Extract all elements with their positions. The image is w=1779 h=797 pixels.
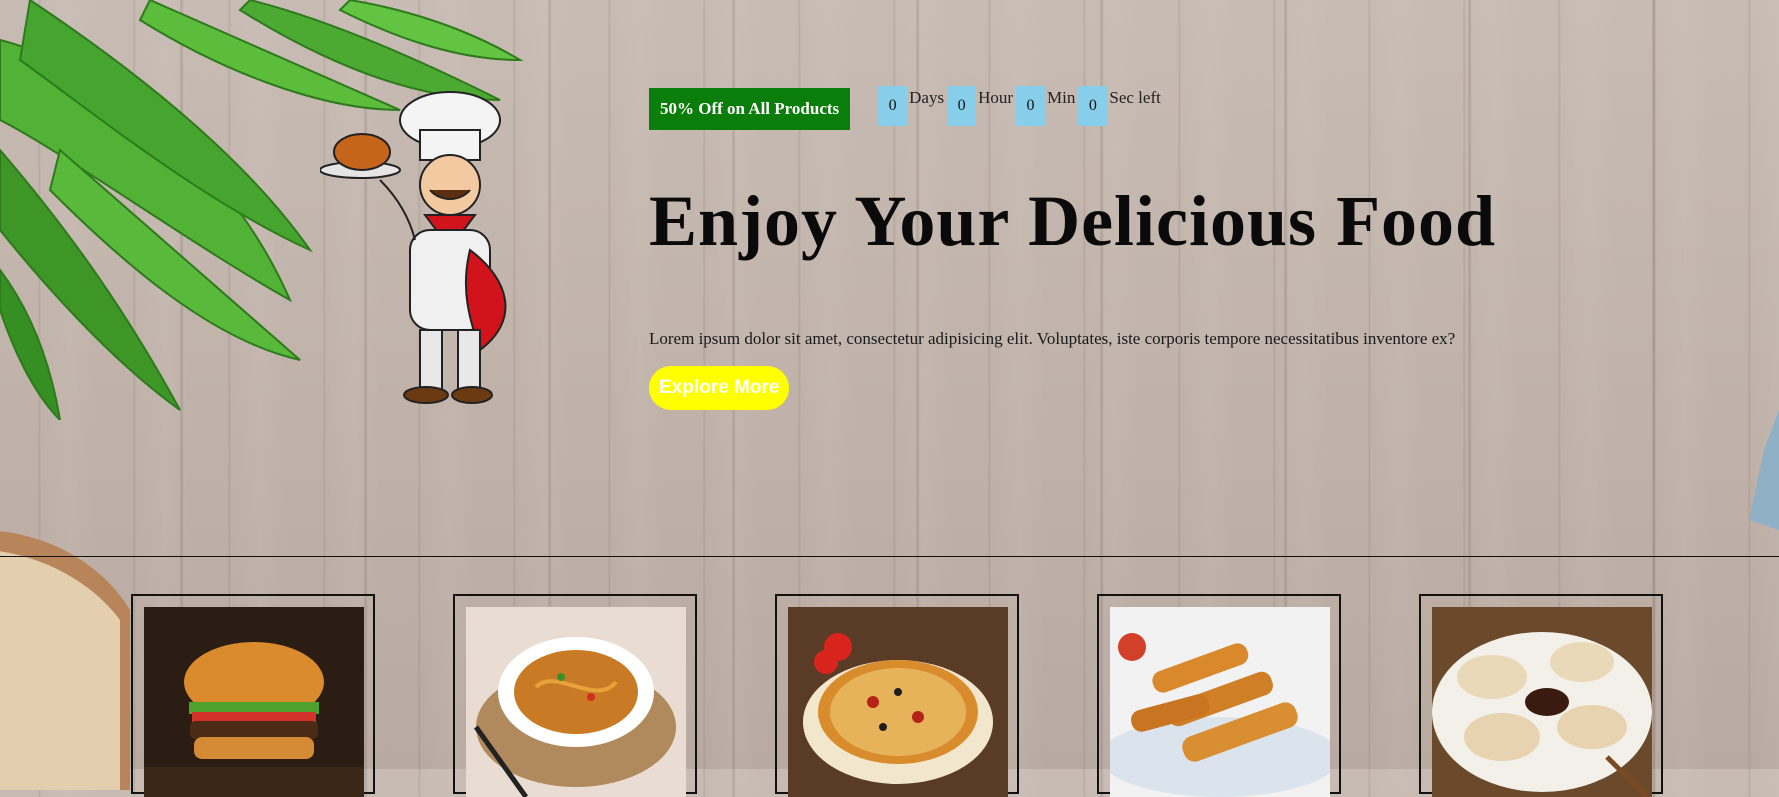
product-card-pizza[interactable] (775, 594, 1019, 797)
product-card-spring-rolls[interactable] (1097, 594, 1341, 797)
hero-section: 50% Off on All Products 0 Days 0 Hour 0 … (649, 86, 1649, 411)
countdown-minutes-label: Min (1047, 88, 1076, 107)
countdown-days-value: 0 (878, 86, 908, 126)
hero-headline: Enjoy Your Delicious Food (649, 181, 1497, 261)
bread-decoration (0, 531, 130, 790)
hero-description: Lorem ipsum dolor sit amet, consectetur … (649, 329, 1456, 349)
countdown-seconds-value: 0 (1078, 86, 1108, 126)
promo-row: 50% Off on All Products 0 Days 0 Hour 0 … (649, 86, 1649, 130)
section-divider (0, 556, 1779, 557)
countdown-hours-value: 0 (947, 86, 977, 126)
explore-more-button[interactable]: Explore More (649, 366, 790, 411)
countdown-days-label: Days (909, 88, 945, 107)
chef-illustration (320, 91, 507, 404)
side-object-decoration (1749, 410, 1779, 530)
offer-badge: 50% Off on All Products (649, 88, 851, 130)
countdown-seconds-label: Sec left (1109, 88, 1161, 107)
product-card-burger[interactable] (131, 594, 375, 797)
product-card-noodles[interactable] (453, 594, 697, 797)
countdown-minutes-value: 0 (1016, 86, 1046, 126)
countdown-timer: 0 Days 0 Hour 0 Min 0 Sec left (878, 86, 1164, 126)
countdown-hours-label: Hour (978, 88, 1014, 107)
product-card-dumplings[interactable] (1419, 594, 1663, 797)
